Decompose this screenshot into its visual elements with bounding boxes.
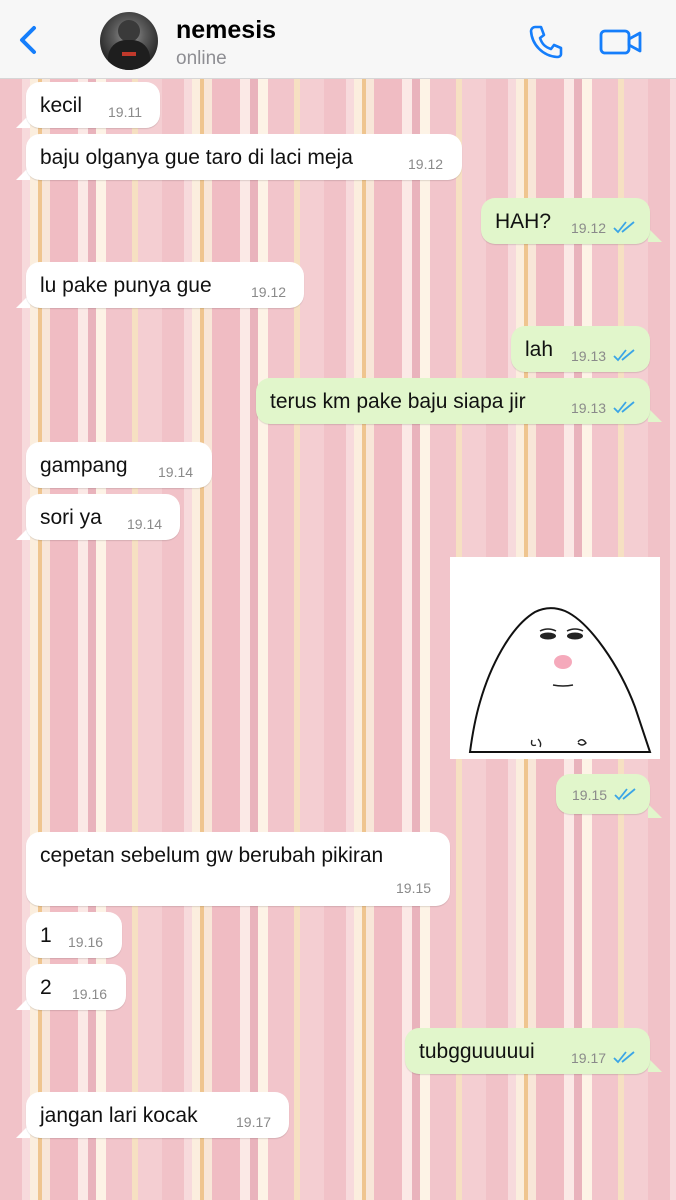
message-text: terus km pake baju siapa jir (270, 390, 526, 413)
message-text: kecil (40, 94, 83, 117)
message-time: 19.13 (571, 400, 607, 416)
back-button[interactable] (10, 22, 46, 58)
video-call-button[interactable] (598, 24, 644, 60)
message-text: HAH? (495, 210, 552, 233)
message-text: 2 (40, 976, 52, 999)
message-bubble-outgoing[interactable]: tubgguuuuui 19.17 (405, 1028, 650, 1074)
message-text: 1 (40, 924, 52, 947)
voice-call-button[interactable] (526, 22, 566, 62)
message-time: 19.14 (127, 516, 163, 532)
message-bubble-incoming[interactable]: 1 19.16 (26, 912, 122, 958)
contact-status: online (176, 48, 227, 69)
chat-header: nemesis online (0, 0, 676, 79)
message-time: 19.13 (571, 348, 607, 364)
message-text: lah (525, 338, 554, 361)
message-time: 19.12 (408, 156, 444, 172)
message-time: 19.12 (571, 220, 607, 236)
message-time: 19.14 (158, 464, 194, 480)
avatar[interactable] (100, 12, 158, 70)
phone-icon (529, 25, 563, 59)
read-receipt-icon (613, 349, 635, 362)
message-bubble-incoming[interactable]: lu pake punya gue 19.12 (26, 262, 304, 308)
message-time: 19.17 (571, 1050, 607, 1066)
message-time: 19.17 (236, 1114, 272, 1130)
read-receipt-icon (613, 221, 635, 234)
blob-face-sticker-icon (468, 607, 652, 753)
message-time: 19.16 (72, 986, 108, 1002)
video-camera-icon (599, 29, 642, 55)
read-receipt-icon (613, 401, 635, 414)
message-bubble-outgoing[interactable]: terus km pake baju siapa jir 19.13 (256, 378, 650, 424)
message-bubble-incoming[interactable]: cepetan sebelum gw berubah pikiran 19.15 (26, 832, 450, 906)
message-bubble-incoming[interactable]: sori ya 19.14 (26, 494, 180, 540)
contact-name[interactable]: nemesis (176, 16, 276, 45)
message-time: 19.11 (108, 104, 142, 120)
message-bubble-outgoing[interactable]: lah 19.13 (511, 326, 650, 372)
sticker-image[interactable] (450, 557, 660, 759)
read-receipt-icon (613, 1051, 635, 1064)
message-text: jangan lari kocak (40, 1104, 198, 1127)
message-text: lu pake punya gue (40, 274, 212, 297)
message-bubble-incoming[interactable]: jangan lari kocak 19.17 (26, 1092, 289, 1138)
message-time: 19.16 (68, 934, 104, 950)
message-time: 19.15 (396, 880, 432, 896)
message-text: cepetan sebelum gw berubah pikiran (40, 844, 384, 867)
message-bubble-outgoing[interactable]: HAH? 19.12 (481, 198, 650, 244)
message-text: gampang (40, 454, 128, 477)
message-text: baju olganya gue taro di laci meja (40, 146, 353, 169)
message-time: 19.12 (251, 284, 287, 300)
message-text: tubgguuuuui (419, 1040, 535, 1063)
message-bubble-incoming[interactable]: baju olganya gue taro di laci meja 19.12 (26, 134, 462, 180)
chevron-left-icon (20, 26, 36, 54)
message-bubble-incoming[interactable]: kecil 19.11 (26, 82, 160, 128)
message-text: sori ya (40, 506, 102, 529)
message-bubble-incoming[interactable]: gampang 19.14 (26, 442, 212, 488)
message-bubble-incoming[interactable]: 2 19.16 (26, 964, 126, 1010)
message-time: 19.15 (572, 787, 608, 803)
read-receipt-icon (614, 788, 636, 801)
sticker-time-bubble: 19.15 (556, 774, 650, 814)
